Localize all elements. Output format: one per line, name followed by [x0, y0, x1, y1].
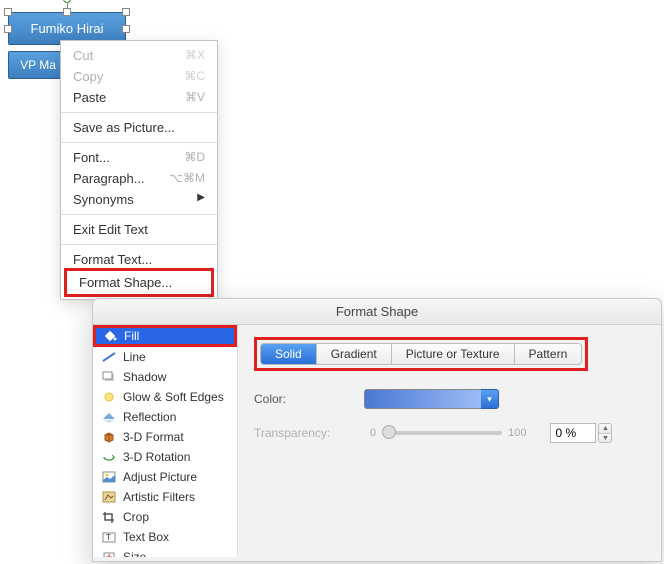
transparency-min: 0	[370, 427, 376, 439]
menu-separator	[61, 244, 217, 245]
sidebar-item-line[interactable]: Line	[93, 347, 237, 367]
highlight-fill: Fill	[93, 325, 237, 347]
shadow-icon	[101, 370, 117, 384]
sidebar-item-artistic-filters[interactable]: Artistic Filters	[93, 487, 237, 507]
reflection-icon	[101, 410, 117, 424]
menu-save-as-picture[interactable]: Save as Picture...	[61, 117, 217, 138]
tab-picture-texture[interactable]: Picture or Texture	[392, 344, 515, 364]
transparency-stepper[interactable]: ▲ ▼	[598, 423, 612, 443]
menu-format-shape[interactable]: Format Shape...	[67, 272, 211, 293]
crop-icon	[101, 510, 117, 524]
tab-gradient[interactable]: Gradient	[317, 344, 392, 364]
slider-thumb[interactable]	[382, 425, 396, 439]
resize-handle-n[interactable]	[63, 8, 71, 16]
resize-handle-nw[interactable]	[4, 8, 12, 16]
menu-copy: Copy ⌘C	[61, 66, 217, 87]
menu-separator	[61, 142, 217, 143]
cube-icon	[101, 430, 117, 444]
resize-handle-e[interactable]	[122, 25, 130, 33]
transparency-max: 100	[508, 427, 526, 439]
color-well[interactable]	[364, 389, 484, 409]
menu-font[interactable]: Font... ⌘D	[61, 147, 217, 168]
sidebar-item-text-box[interactable]: T Text Box	[93, 527, 237, 547]
menu-paste[interactable]: Paste ⌘V	[61, 87, 217, 108]
dialog-title: Format Shape	[93, 299, 661, 325]
color-dropdown-button[interactable]: ▾	[481, 389, 499, 409]
sidebar-item-crop[interactable]: Crop	[93, 507, 237, 527]
transparency-label: Transparency:	[254, 426, 364, 440]
glow-icon	[101, 390, 117, 404]
sidebar-item-shadow[interactable]: Shadow	[93, 367, 237, 387]
chevron-right-icon: ▶	[197, 192, 205, 207]
resize-handle-w[interactable]	[4, 25, 12, 33]
stepper-down-icon[interactable]: ▼	[599, 434, 611, 443]
sidebar-item-3d-rotation[interactable]: 3-D Rotation	[93, 447, 237, 467]
org-shape-title-box[interactable]: VP Ma	[8, 51, 68, 79]
sidebar-item-size[interactable]: Size	[93, 547, 237, 557]
dialog-sidebar: Fill Line Shadow Glow & Soft Edges Refle…	[93, 325, 238, 557]
menu-exit-edit-text[interactable]: Exit Edit Text	[61, 219, 217, 240]
textbox-icon: T	[101, 530, 117, 544]
transparency-slider[interactable]	[382, 431, 502, 435]
tab-solid[interactable]: Solid	[261, 344, 317, 364]
size-icon	[101, 550, 117, 557]
highlight-fill-tabs: Solid Gradient Picture or Texture Patter…	[254, 337, 588, 371]
transparency-row: Transparency: 0 100 ▲ ▼	[254, 423, 645, 443]
shape-title-text: VP Ma	[20, 58, 56, 72]
filter-icon	[101, 490, 117, 504]
format-shape-dialog: Format Shape Fill Line Shadow	[92, 298, 662, 562]
color-label: Color:	[254, 392, 364, 406]
sidebar-item-reflection[interactable]: Reflection	[93, 407, 237, 427]
menu-cut: Cut ⌘X	[61, 45, 217, 66]
sidebar-item-adjust-picture[interactable]: Adjust Picture	[93, 467, 237, 487]
color-row: Color: ▾	[254, 389, 645, 409]
highlight-format-shape: Format Shape...	[64, 268, 214, 297]
stepper-up-icon[interactable]: ▲	[599, 424, 611, 434]
sidebar-item-fill[interactable]: Fill	[96, 328, 234, 344]
dialog-content-pane: Solid Gradient Picture or Texture Patter…	[238, 325, 661, 557]
shape-name-text: Fumiko Hirai	[31, 21, 104, 36]
sidebar-item-glow[interactable]: Glow & Soft Edges	[93, 387, 237, 407]
menu-separator	[61, 214, 217, 215]
paint-bucket-icon	[102, 329, 118, 343]
sidebar-item-3d-format[interactable]: 3-D Format	[93, 427, 237, 447]
rotation-icon	[101, 450, 117, 464]
tab-pattern[interactable]: Pattern	[515, 344, 582, 364]
transparency-field[interactable]	[550, 423, 596, 443]
chevron-updown-icon: ▾	[487, 394, 492, 405]
picture-icon	[101, 470, 117, 484]
fill-type-segmented: Solid Gradient Picture or Texture Patter…	[260, 343, 582, 365]
context-menu: Cut ⌘X Copy ⌘C Paste ⌘V Save as Picture.…	[60, 40, 218, 300]
svg-text:T: T	[106, 533, 111, 542]
line-icon	[101, 350, 117, 364]
menu-separator	[61, 112, 217, 113]
menu-format-text[interactable]: Format Text...	[61, 249, 217, 270]
resize-handle-ne[interactable]	[122, 8, 130, 16]
menu-synonyms[interactable]: Synonyms ▶	[61, 189, 217, 210]
menu-paragraph[interactable]: Paragraph... ⌥⌘M	[61, 168, 217, 189]
